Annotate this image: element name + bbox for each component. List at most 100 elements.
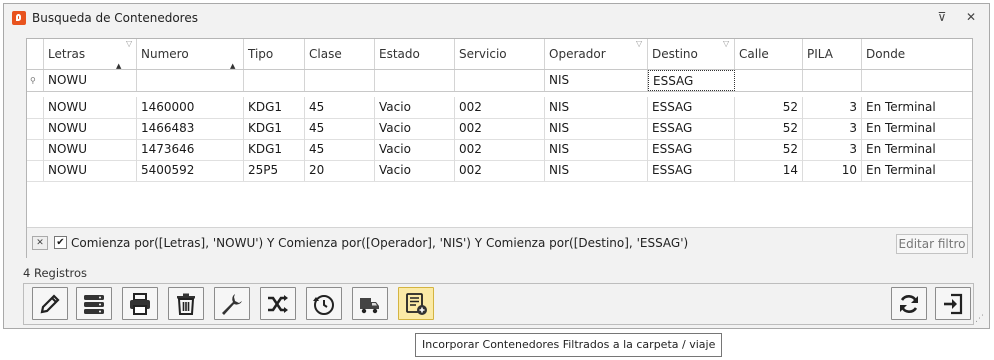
cell-tipo[interactable]: KDG1 <box>244 118 305 139</box>
server-icon[interactable] <box>76 287 112 320</box>
edit-filter-button[interactable]: Editar filtro <box>896 234 968 254</box>
cell-operador[interactable]: NIS <box>545 160 648 181</box>
cell-tipo[interactable]: KDG1 <box>244 139 305 160</box>
filter-funnel-icon[interactable]: ▽ <box>636 39 642 49</box>
cell-destino[interactable]: ESSAG <box>648 139 735 160</box>
column-header-operador[interactable]: Operador ▽ <box>545 39 648 69</box>
cell-pila[interactable]: 3 <box>803 139 862 160</box>
cell-destino[interactable]: ESSAG <box>648 160 735 181</box>
cell-letras[interactable]: NOWU <box>44 139 137 160</box>
cell-estado[interactable]: Vacio <box>375 118 455 139</box>
column-header-numero[interactable]: Numero ▲ <box>137 39 244 70</box>
cell-tipo[interactable]: 25P5 <box>244 160 305 181</box>
cell-clase[interactable]: 45 <box>305 118 375 139</box>
filter-input-destino[interactable]: ESSAG <box>648 70 735 91</box>
resize-grip-icon[interactable]: ⋰ <box>975 314 984 324</box>
row-indicator[interactable] <box>27 139 44 160</box>
cell-estado[interactable]: Vacio <box>375 139 455 160</box>
grid-header: Letras ▲ ▽ Numero ▲ Tipo Clase Estado Se… <box>27 39 972 70</box>
cell-pila[interactable]: 3 <box>803 97 862 118</box>
print-icon[interactable] <box>122 287 158 320</box>
column-header-estado[interactable]: Estado <box>375 39 455 69</box>
row-indicator[interactable] <box>27 118 44 139</box>
filter-input-servicio[interactable] <box>455 70 545 91</box>
cell-donde[interactable]: En Terminal <box>862 97 972 118</box>
column-header-donde[interactable]: Donde <box>862 39 972 69</box>
filter-input-estado[interactable] <box>375 70 455 91</box>
history-icon[interactable] <box>306 287 342 320</box>
edit-icon[interactable] <box>32 287 68 320</box>
row-indicator[interactable] <box>27 160 44 181</box>
cell-letras[interactable]: NOWU <box>44 97 137 118</box>
shuffle-icon[interactable] <box>260 287 296 320</box>
cell-numero[interactable]: 1473646 <box>137 139 244 160</box>
cell-calle[interactable]: 14 <box>735 160 803 181</box>
column-header-calle[interactable]: Calle <box>735 39 803 69</box>
cell-operador[interactable]: NIS <box>545 118 648 139</box>
containers-grid: Letras ▲ ▽ Numero ▲ Tipo Clase Estado Se… <box>26 38 973 258</box>
exit-icon[interactable] <box>935 287 971 320</box>
truck-icon[interactable] <box>352 287 388 320</box>
cell-calle[interactable]: 52 <box>735 139 803 160</box>
cell-letras[interactable]: NOWU <box>44 160 137 181</box>
filter-funnel-icon[interactable]: ▽ <box>126 39 132 49</box>
close-icon[interactable]: ✕ <box>962 9 980 25</box>
cell-servicio[interactable]: 002 <box>455 139 545 160</box>
cell-pila[interactable]: 3 <box>803 118 862 139</box>
wrench-icon[interactable] <box>214 287 250 320</box>
cell-donde[interactable]: En Terminal <box>862 160 972 181</box>
filter-input-tipo[interactable] <box>244 70 305 91</box>
filter-enabled-checkbox[interactable]: ✔ <box>54 236 67 249</box>
filter-input-pila[interactable] <box>803 70 862 91</box>
cell-numero[interactable]: 1466483 <box>137 118 244 139</box>
table-row[interactable]: NOWU 1466483 KDG1 45 Vacio 002 NIS ESSAG… <box>27 118 972 140</box>
filter-input-operador[interactable]: NIS <box>545 70 648 91</box>
column-header-destino[interactable]: Destino ▽ <box>648 39 735 69</box>
cell-servicio[interactable]: 002 <box>455 118 545 139</box>
cell-estado[interactable]: Vacio <box>375 97 455 118</box>
cell-pila[interactable]: 10 <box>803 160 862 181</box>
filter-funnel-icon[interactable]: ▽ <box>723 39 729 49</box>
trash-icon[interactable] <box>168 287 204 320</box>
auto-filter-row: ⚲ NOWU NIS ESSAG <box>27 70 972 92</box>
cell-clase[interactable]: 45 <box>305 139 375 160</box>
cell-destino[interactable]: ESSAG <box>648 118 735 139</box>
cell-tipo[interactable]: KDG1 <box>244 97 305 118</box>
cell-estado[interactable]: Vacio <box>375 160 455 181</box>
filter-input-numero[interactable] <box>137 70 244 91</box>
filter-input-donde[interactable] <box>862 70 972 91</box>
app-logo-icon <box>12 11 26 25</box>
column-header-tipo[interactable]: Tipo <box>244 39 305 69</box>
column-header-clase[interactable]: Clase <box>305 39 375 69</box>
cell-letras[interactable]: NOWU <box>44 118 137 139</box>
filter-expression[interactable]: Comienza por([Letras], 'NOWU') Y Comienz… <box>71 236 688 250</box>
cell-operador[interactable]: NIS <box>545 139 648 160</box>
cell-donde[interactable]: En Terminal <box>862 118 972 139</box>
column-header-letras[interactable]: Letras ▲ ▽ <box>44 39 137 70</box>
cell-clase[interactable]: 20 <box>305 160 375 181</box>
filter-input-letras[interactable]: NOWU <box>44 70 137 91</box>
cell-calle[interactable]: 52 <box>735 97 803 118</box>
table-row[interactable]: NOWU 1460000 KDG1 45 Vacio 002 NIS ESSAG… <box>27 97 972 119</box>
column-header-pila[interactable]: PILA <box>803 39 862 69</box>
cell-destino[interactable]: ESSAG <box>648 97 735 118</box>
cell-servicio[interactable]: 002 <box>455 160 545 181</box>
cell-calle[interactable]: 52 <box>735 118 803 139</box>
cell-numero[interactable]: 1460000 <box>137 97 244 118</box>
add-list-icon[interactable] <box>398 287 434 320</box>
cell-operador[interactable]: NIS <box>545 97 648 118</box>
filter-input-clase[interactable] <box>305 70 375 91</box>
refresh-icon[interactable] <box>891 287 927 320</box>
row-indicator[interactable] <box>27 97 44 118</box>
pin-icon[interactable]: ⊽ <box>933 9 951 25</box>
column-header-servicio[interactable]: Servicio <box>455 39 545 69</box>
cell-numero[interactable]: 5400592 <box>137 160 244 181</box>
cell-clase[interactable]: 45 <box>305 97 375 118</box>
filter-input-calle[interactable] <box>735 70 803 91</box>
cell-servicio[interactable]: 002 <box>455 97 545 118</box>
clear-filter-icon[interactable]: ✕ <box>32 236 48 250</box>
search-window: Busqueda de Contenedores ⊽ ✕ Letras ▲ ▽ … <box>3 3 990 329</box>
table-row[interactable]: NOWU 5400592 25P5 20 Vacio 002 NIS ESSAG… <box>27 160 972 182</box>
table-row[interactable]: NOWU 1473646 KDG1 45 Vacio 002 NIS ESSAG… <box>27 139 972 161</box>
cell-donde[interactable]: En Terminal <box>862 139 972 160</box>
